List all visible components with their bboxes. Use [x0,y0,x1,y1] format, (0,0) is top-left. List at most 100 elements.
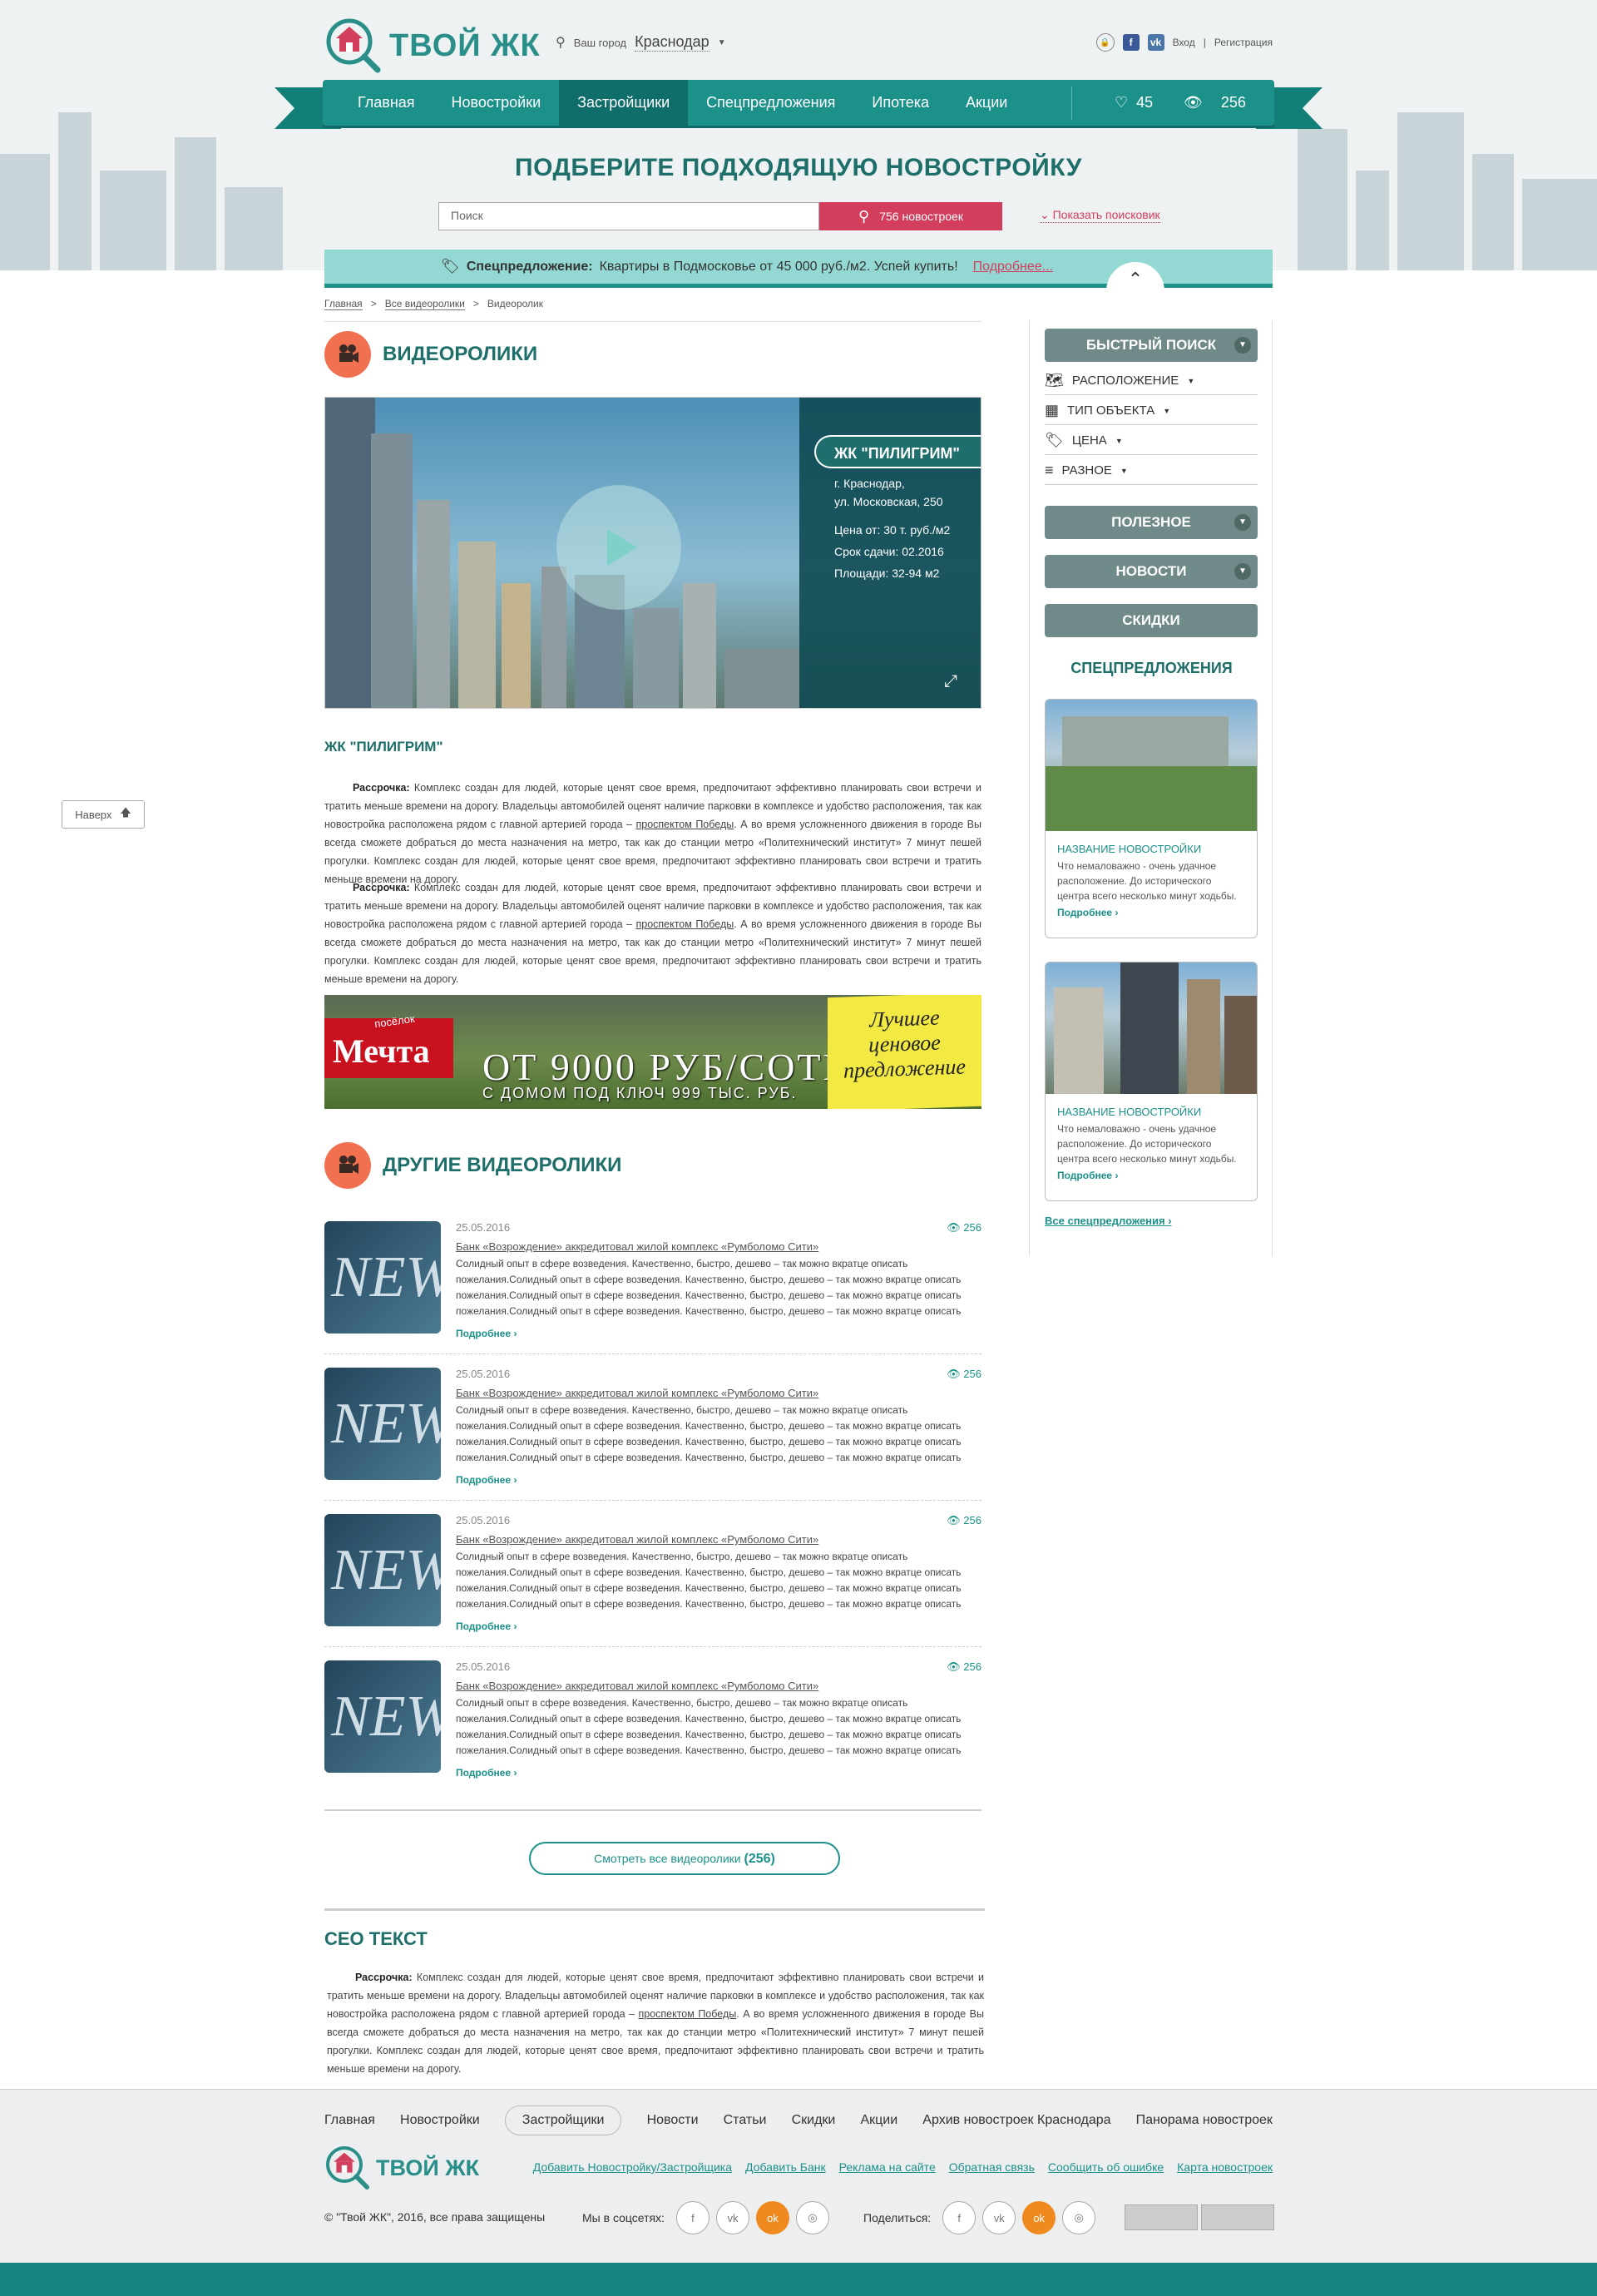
eye-icon: 👁 [1184,94,1203,111]
footer-link[interactable]: Добавить Банк [745,2160,826,2174]
more-label: Подробнее [1057,907,1113,918]
filter-object-type[interactable]: ▦ ТИП ОБЪЕКТА ▼ [1045,397,1258,425]
play-button[interactable] [556,485,681,610]
filter-location[interactable]: 🗺 РАСПОЛОЖЕНИЕ ▼ [1045,367,1258,395]
banner-subtitle: С ДОМОМ ПОД КЛЮЧ 999 ТЫС. РУБ. [482,1085,798,1101]
paragraph-link[interactable]: проспектом Победы [635,918,734,930]
fullscreen-icon[interactable]: ⤢ [944,672,957,691]
facebook-icon[interactable]: f [1122,34,1140,51]
nav-item-newbuilds[interactable]: Новостройки [433,80,560,126]
more-link[interactable]: Подробнее › [456,1621,981,1632]
more-link[interactable]: Подробнее › [456,1767,981,1779]
nav-item-special[interactable]: Спецпредложения [688,80,853,126]
instagram-icon[interactable]: ◎ [1062,2201,1096,2234]
breadcrumb-home[interactable]: Главная [324,298,363,310]
article-paragraph: Рассрочка: Комплекс создан для людей, ко… [324,878,981,988]
favorites-counter[interactable]: ♡ 45 [1115,80,1153,126]
footer-link[interactable]: Обратная связь [949,2160,1035,2174]
video-thumbnail[interactable]: NEW [324,1660,441,1773]
footer-nav-item[interactable]: Новостройки [400,2113,480,2128]
footer-nav-item[interactable]: Скидки [792,2113,836,2128]
card-title[interactable]: НАЗВАНИЕ НОВОСТРОЙКИ [1046,831,1257,855]
footer-nav-item[interactable]: Главная [324,2113,375,2128]
filter-misc[interactable]: ≡ РАЗНОЕ ▼ [1045,457,1258,485]
promo-link[interactable]: Подробнее... [973,260,1053,275]
card-more-link[interactable]: Подробнее › [1046,1166,1257,1185]
odnoklassniki-icon[interactable]: ok [1022,2201,1056,2234]
city-selector[interactable]: ⚲ Ваш город Краснодар ▼ [556,33,726,52]
instagram-icon[interactable]: ◎ [795,2201,829,2234]
back-to-top-button[interactable]: Наверх 🡅 [62,800,145,829]
facebook-icon[interactable]: f [675,2201,710,2234]
nav-item-developers[interactable]: Застройщики [559,80,689,126]
nav-item-promos[interactable]: Акции [947,80,1026,126]
video-title-link[interactable]: Банк «Возрождение» аккредитовал жилой ко… [456,1533,981,1546]
city-value[interactable]: Краснодар [635,33,710,52]
footer-logo[interactable]: ТВОЙ ЖК [324,2145,479,2191]
footer-nav-item[interactable]: Новости [647,2113,699,2128]
thumbnail-text: NEW [331,1538,441,1602]
card-more-link[interactable]: Подробнее › [1046,903,1257,922]
login-link[interactable]: Вход [1173,37,1195,48]
quick-search-button[interactable]: БЫСТРЫЙ ПОИСК ▼ [1045,329,1258,362]
views-count: 256 [1220,94,1246,111]
footer-nav-item[interactable]: Архив новостроек Краснодара [922,2113,1110,2128]
more-link[interactable]: Подробнее › [456,1328,981,1339]
facebook-icon[interactable]: f [942,2201,976,2234]
video-title-link[interactable]: Банк «Возрождение» аккредитовал жилой ко… [456,1680,981,1692]
video-title-link[interactable]: Банк «Возрождение» аккредитовал жилой ко… [456,1240,981,1253]
paragraph-link[interactable]: проспектом Победы [638,2008,736,2020]
thumbnail-text: NEW [331,1392,441,1456]
section-title-videos: ВИДЕОРОЛИКИ [324,331,537,378]
footer-nav-item[interactable]: Акции [860,2113,897,2128]
ad-banner[interactable]: Мечта посёлок ОТ 9000 РУБ/СОТКА С ДОМОМ … [324,995,981,1109]
sidebar: БЫСТРЫЙ ПОИСК ▼ 🗺 РАСПОЛОЖЕНИЕ ▼ ▦ ТИП ОБ… [1029,320,1273,1256]
counter-badge[interactable] [1125,2204,1198,2230]
video-player[interactable]: ЖК "ПИЛИГРИМ" г. Краснодар, ул. Московск… [324,397,981,709]
eye-icon: 👁 [947,1221,964,1234]
thumbnail-text: NEW [331,1245,441,1309]
nav-item-mortgage[interactable]: Ипотека [853,80,947,126]
show-advanced-search[interactable]: ⌄ Показать поисковик [1040,208,1160,223]
footer-nav-item-active[interactable]: Застройщики [504,2105,622,2135]
footer-nav-item[interactable]: Статьи [724,2113,767,2128]
share-label: Поделиться: [863,2211,932,2224]
all-videos-button[interactable]: Смотреть все видеоролики (256) [529,1842,840,1875]
all-special-label: Все спецпредложения [1045,1215,1165,1227]
footer-link[interactable]: Реклама на сайте [839,2160,936,2174]
footer-link[interactable]: Добавить Новостройку/Застройщика [533,2160,732,2174]
card-title[interactable]: НАЗВАНИЕ НОВОСТРОЙКИ [1046,1094,1257,1118]
special-offer-card[interactable]: НАЗВАНИЕ НОВОСТРОЙКИ Что немаловажно - о… [1045,962,1258,1201]
counter-badge[interactable] [1201,2204,1274,2230]
special-offer-card[interactable]: НАЗВАНИЕ НОВОСТРОЙКИ Что немаловажно - о… [1045,699,1258,938]
stat-counters [1125,2204,1274,2230]
paragraph-link[interactable]: проспектом Победы [635,819,734,830]
breadcrumb-separator: > [370,298,377,309]
vk-icon[interactable]: vk [982,2201,1016,2234]
site-logo[interactable]: ТВОЙ ЖК [324,17,541,75]
vk-icon[interactable]: vk [715,2201,749,2234]
video-thumbnail[interactable]: NEW [324,1368,441,1480]
auth-bar: 🔒 f vk Вход | Регистрация [1095,33,1273,52]
news-button[interactable]: НОВОСТИ ▼ [1045,555,1258,588]
lock-icon[interactable]: 🔒 [1095,33,1115,52]
video-thumbnail[interactable]: NEW [324,1514,441,1626]
breadcrumb-all-videos[interactable]: Все видеоролики [384,298,465,310]
footer-nav-item[interactable]: Панорама новостроек [1136,2113,1273,2128]
vk-icon[interactable]: vk [1147,34,1164,51]
register-link[interactable]: Регистрация [1214,37,1273,48]
filter-price[interactable]: 🏷 ЦЕНА ▼ [1045,427,1258,455]
video-title-link[interactable]: Банк «Возрождение» аккредитовал жилой ко… [456,1387,981,1399]
footer-link[interactable]: Карта новостроек [1177,2160,1273,2174]
odnoklassniki-icon[interactable]: ok [755,2201,789,2234]
nav-item-home[interactable]: Главная [339,80,433,126]
search-button[interactable]: ⚲ 756 новостроек [819,202,1002,230]
useful-button[interactable]: ПОЛЕЗНОЕ ▼ [1045,506,1258,539]
all-special-offers-link[interactable]: Все спецпредложения › [1045,1215,1172,1227]
footer-link[interactable]: Сообщить об ошибке [1048,2160,1164,2174]
discounts-button[interactable]: СКИДКИ [1045,604,1258,637]
more-link[interactable]: Подробнее › [456,1474,981,1486]
video-thumbnail[interactable]: NEW [324,1221,441,1334]
chevron-down-icon: ▼ [1234,563,1251,580]
search-input[interactable]: Поиск [438,202,819,230]
